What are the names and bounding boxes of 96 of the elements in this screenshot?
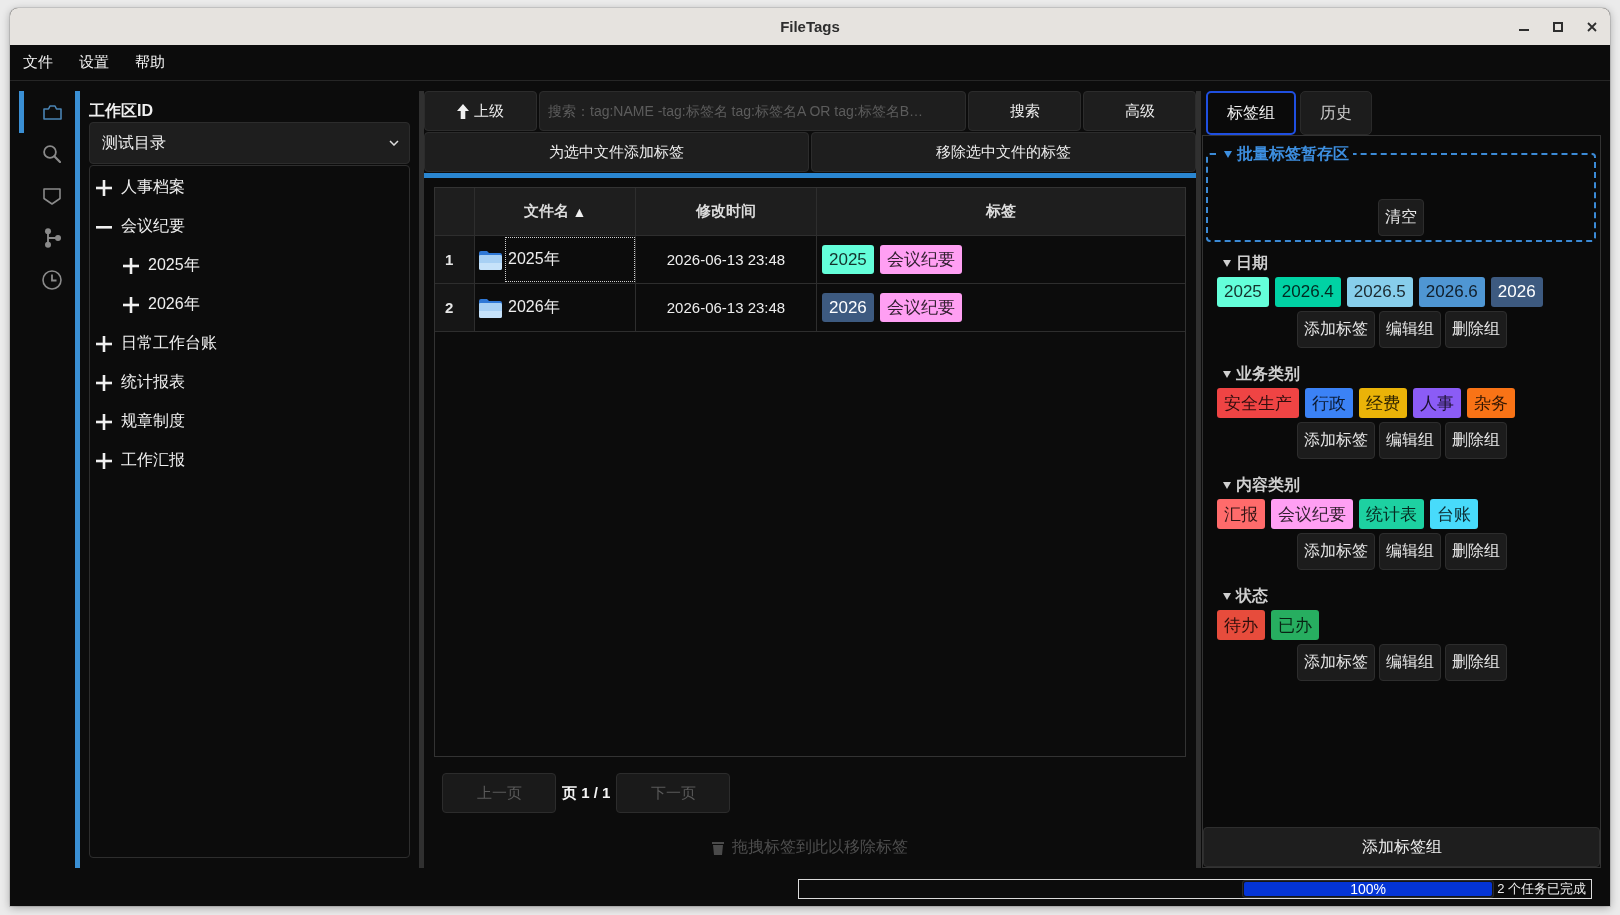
window-title: FileTags <box>780 18 840 35</box>
arrow-up-icon <box>457 103 469 119</box>
sort-indicator: ▲ <box>572 203 587 220</box>
tree-item[interactable]: 2026年 <box>117 285 208 324</box>
plus-icon[interactable] <box>96 374 112 391</box>
minus-icon[interactable] <box>96 225 112 229</box>
tag-chip[interactable]: 会议纪要 <box>879 293 962 322</box>
tag-chip[interactable]: 2026 <box>822 293 874 322</box>
tree-item[interactable]: 日常工作台账 <box>90 324 225 363</box>
tag-chip[interactable]: 待办 <box>1217 610 1265 640</box>
delete-group-button[interactable]: 删除组 <box>1444 644 1507 681</box>
tag-chip[interactable]: 人事 <box>1413 388 1461 418</box>
minimize-icon[interactable] <box>1519 28 1529 31</box>
delete-group-button[interactable]: 删除组 <box>1444 533 1507 570</box>
workspace-dropdown[interactable]: 测试目录 <box>89 122 410 164</box>
group-toggle[interactable]: 内容类别 <box>1223 474 1300 496</box>
folder-icon <box>479 297 502 318</box>
edit-group-button[interactable]: 编辑组 <box>1378 311 1441 348</box>
group-toggle[interactable]: 日期 <box>1223 252 1268 274</box>
tab[interactable]: 标签组 <box>1206 91 1296 135</box>
folder-icon <box>479 249 502 270</box>
close-icon[interactable] <box>1587 21 1597 32</box>
branch-icon[interactable] <box>43 228 61 248</box>
tag-chip[interactable]: 会议纪要 <box>879 245 962 274</box>
add-tags-button[interactable]: 为选中文件添加标签 <box>424 132 809 172</box>
add-group-button[interactable]: 添加标签组 <box>1203 827 1600 867</box>
up-button[interactable]: 上级 <box>424 91 537 131</box>
menu-item[interactable]: 帮助 <box>122 53 178 72</box>
tree-item[interactable]: 统计报表 <box>90 363 193 402</box>
chevron-down-icon <box>389 140 399 146</box>
tag-chip[interactable]: 2026.6 <box>1418 277 1485 307</box>
edit-group-button[interactable]: 编辑组 <box>1378 422 1441 459</box>
column-header[interactable]: 修改时间 <box>636 188 817 235</box>
tree-item[interactable]: 2025年 <box>117 246 208 285</box>
add-tag-button[interactable]: 添加标签 <box>1296 422 1375 459</box>
delete-group-button[interactable]: 删除组 <box>1444 422 1507 459</box>
delete-group-button[interactable]: 删除组 <box>1444 311 1507 348</box>
add-tag-button[interactable]: 添加标签 <box>1296 644 1375 681</box>
tag-chip[interactable]: 2025 <box>1217 277 1269 307</box>
maximize-icon[interactable] <box>1553 21 1563 32</box>
table-cell: 2026-06-13 23:48 <box>636 284 817 331</box>
group-toggle[interactable]: 状态 <box>1223 585 1268 607</box>
clear-button[interactable]: 清空 <box>1378 199 1424 236</box>
section-toggle[interactable]: 批量标签暂存区 <box>1220 144 1353 164</box>
page-indicator: 页 1 / 1 <box>562 783 611 803</box>
tag-chip[interactable]: 2025 <box>822 245 874 274</box>
search-button[interactable]: 搜索 <box>968 91 1081 131</box>
column-header[interactable]: 文件名 ▲ <box>475 188 636 235</box>
menu-item[interactable]: 文件 <box>10 53 66 72</box>
drop-hint: 拖拽标签到此以移除标签 <box>732 837 908 857</box>
group-toggle[interactable]: 业务类别 <box>1223 363 1300 385</box>
status-message: 2 个任务已完成 <box>1497 880 1586 898</box>
table-cell: 2026-06-13 23:48 <box>636 236 817 283</box>
tag-chip[interactable]: 台账 <box>1430 499 1478 529</box>
plus-icon[interactable] <box>123 257 139 274</box>
search-field[interactable]: 搜索：tag:NAME -tag:标签名 tag:标签名A OR tag:标签名B… <box>539 91 966 131</box>
clock-icon[interactable] <box>42 270 62 290</box>
add-tag-button[interactable]: 添加标签 <box>1296 311 1375 348</box>
menu-item[interactable]: 设置 <box>66 53 122 72</box>
tag-chip[interactable]: 2026 <box>1490 277 1543 307</box>
file-name[interactable]: 2025年 <box>505 237 635 282</box>
trash-icon <box>712 840 724 855</box>
tree-item[interactable]: 会议纪要 <box>90 207 193 246</box>
tag-chip[interactable]: 2026.5 <box>1346 277 1413 307</box>
file-name[interactable]: 2026年 <box>505 285 635 330</box>
field-label: 工作区ID <box>89 101 153 121</box>
edit-group-button[interactable]: 编辑组 <box>1378 644 1441 681</box>
row-number: 2 <box>435 284 475 331</box>
add-tag-button[interactable]: 添加标签 <box>1296 533 1375 570</box>
plus-icon[interactable] <box>96 413 112 430</box>
tree-item[interactable]: 工作汇报 <box>90 441 193 480</box>
column-header[interactable]: 标签 <box>817 188 1185 235</box>
tree-item[interactable]: 人事档案 <box>90 168 193 207</box>
plus-icon[interactable] <box>96 179 112 196</box>
tag-chip[interactable]: 经费 <box>1359 388 1407 418</box>
tag-chip[interactable]: 行政 <box>1305 388 1353 418</box>
tag-chip[interactable]: 已办 <box>1271 610 1319 640</box>
search-icon[interactable] <box>43 145 61 163</box>
folder-icon[interactable] <box>42 104 62 120</box>
advanced-button[interactable]: 高级 <box>1083 91 1196 131</box>
remove-tags-button[interactable]: 移除选中文件的标签 <box>811 132 1196 172</box>
tag-chip[interactable]: 2026.4 <box>1274 277 1341 307</box>
plus-icon[interactable] <box>123 296 139 313</box>
plus-icon[interactable] <box>96 452 112 469</box>
shield-icon[interactable] <box>43 187 61 205</box>
tag-chip[interactable]: 安全生产 <box>1217 388 1299 418</box>
tag-chip[interactable]: 杂务 <box>1467 388 1515 418</box>
tree-item[interactable]: 规章制度 <box>90 402 193 441</box>
tag-chip[interactable]: 汇报 <box>1217 499 1265 529</box>
tag-chip[interactable]: 会议纪要 <box>1271 499 1353 529</box>
edit-group-button[interactable]: 编辑组 <box>1378 533 1441 570</box>
tab[interactable]: 历史 <box>1300 91 1372 135</box>
progress-text: 100% <box>1350 882 1387 896</box>
tag-chip[interactable]: 统计表 <box>1359 499 1424 529</box>
row-number: 1 <box>435 236 475 283</box>
plus-icon[interactable] <box>96 335 112 352</box>
